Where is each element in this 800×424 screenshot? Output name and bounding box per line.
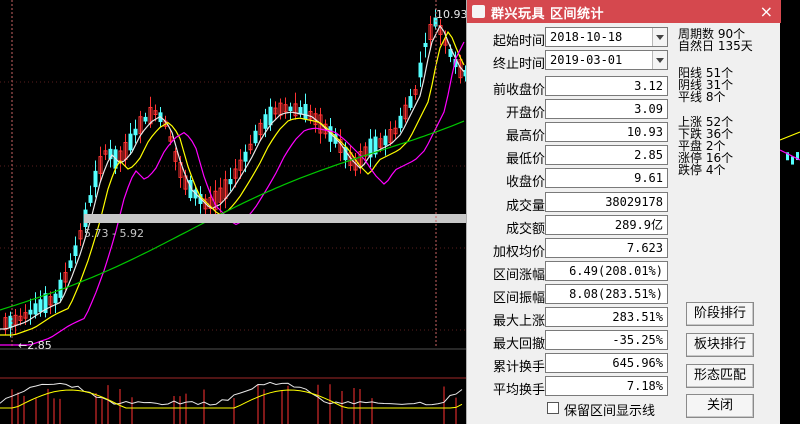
candle-body <box>88 195 93 203</box>
stat-field-row: 成交量 38029178 <box>467 192 677 214</box>
stat-field-value[interactable]: 7.18% <box>545 376 668 396</box>
dialog-title: 群兴玩具 区间统计 <box>491 7 605 22</box>
stat-limit-down: 跌停 4个 <box>678 163 726 177</box>
stat-field-label: 前收盘价 <box>492 83 545 98</box>
chevron-down-icon[interactable] <box>652 51 667 69</box>
candle-body <box>423 42 428 48</box>
candle-body <box>53 293 58 304</box>
stat-field-value[interactable]: 38029178 <box>545 192 668 212</box>
keep-interval-label: 保留区间显示线 <box>564 404 656 419</box>
candle-body <box>253 130 258 144</box>
stat-field-row: 区间振幅 8.08(283.51%) <box>467 284 677 306</box>
candle-body <box>408 96 413 108</box>
end-date-picker[interactable]: 2019-03-01 <box>545 50 668 70</box>
stat-field-label: 最大上涨 <box>492 314 545 329</box>
candle-body <box>33 303 38 315</box>
stat-field-label: 加权均价 <box>492 245 545 260</box>
stat-field-label: 开盘价 <box>505 106 545 121</box>
stat-field-value[interactable]: 8.08(283.51%) <box>545 284 668 304</box>
candle-body <box>418 62 423 78</box>
close-button[interactable]: 关闭 <box>686 394 754 418</box>
stat-flat: 平线 8个 <box>678 90 726 104</box>
stat-field-label: 平均换手 <box>492 383 545 398</box>
pattern-match-button[interactable]: 形态匹配 <box>686 364 754 388</box>
stat-field-label: 区间振幅 <box>492 291 545 306</box>
stage-rank-button[interactable]: 阶段排行 <box>686 302 754 326</box>
close-icon[interactable]: × <box>760 2 773 21</box>
candle-body <box>288 106 293 112</box>
stat-field-label: 成交额 <box>505 222 545 237</box>
stat-field-row: 最大上涨 283.51% <box>467 307 677 329</box>
candle-body <box>128 133 133 151</box>
candle-body <box>73 245 78 256</box>
candle-body <box>38 299 43 313</box>
stat-field-row: 前收盘价 3.12 <box>467 76 677 98</box>
stat-field-label: 区间涨幅 <box>492 268 545 283</box>
candle-body <box>28 309 33 315</box>
range-label: 5.73 - 5.92 <box>84 227 144 240</box>
stat-field-row: 加权均价 7.623 <box>467 238 677 260</box>
end-date-value: 2019-03-01 <box>550 53 623 67</box>
stat-field-value[interactable]: 9.61 <box>545 168 668 188</box>
app-icon <box>472 5 485 18</box>
candle-body <box>383 135 388 146</box>
stat-field-value[interactable]: 10.93 <box>545 122 668 142</box>
stat-field-label: 最高价 <box>505 129 545 144</box>
stat-field-label: 最大回撤 <box>492 337 545 352</box>
stat-field-row: 区间涨幅 6.49(208.01%) <box>467 261 677 283</box>
stat-field-label: 成交量 <box>505 199 545 214</box>
candle-body <box>303 103 308 120</box>
dialog-titlebar[interactable]: 群兴玩具 区间统计 × <box>467 0 781 23</box>
candle-body <box>143 116 148 122</box>
stat-field-value[interactable]: 645.96% <box>545 353 668 373</box>
stat-field-label: 最低价 <box>505 152 545 167</box>
candle-body <box>398 115 403 129</box>
candle-body <box>68 260 73 268</box>
candle-body <box>263 114 268 129</box>
candle-body <box>228 178 233 185</box>
stat-field-value[interactable]: 3.12 <box>545 76 668 96</box>
stat-field-label: 累计换手 <box>492 360 545 375</box>
interval-stats-dialog[interactable]: 群兴玩具 区间统计 × 起始时间 2018-10-18 终止时间 2019-03… <box>466 0 781 424</box>
candle-body <box>791 156 794 165</box>
stat-field-row: 累计换手 645.96% <box>467 353 677 375</box>
sector-rank-button[interactable]: 板块排行 <box>686 333 754 357</box>
stat-field-value[interactable]: 7.623 <box>545 238 668 258</box>
candle-body <box>93 170 98 188</box>
candle-body <box>243 151 248 162</box>
candle-body <box>268 106 273 126</box>
end-date-row: 终止时间 2019-03-01 <box>467 50 677 72</box>
start-date-row: 起始时间 2018-10-18 <box>467 27 677 49</box>
start-date-label: 起始时间 <box>492 34 545 49</box>
high-price-label: 10.93 <box>436 8 468 21</box>
stat-field-value[interactable]: 283.51% <box>545 307 668 327</box>
stat-field-row: 成交额 289.9亿 <box>467 215 677 237</box>
stat-field-value[interactable]: -35.25% <box>545 330 668 350</box>
selection-band <box>84 214 466 223</box>
stat-field-row: 最低价 2.85 <box>467 145 677 167</box>
stat-field-row: 最高价 10.93 <box>467 122 677 144</box>
stat-field-value[interactable]: 3.09 <box>545 99 668 119</box>
candle-body <box>133 128 138 136</box>
low-price-value: 2.85 <box>27 339 52 352</box>
start-date-value: 2018-10-18 <box>550 30 623 44</box>
stat-field-label: 收盘价 <box>505 175 545 190</box>
end-date-label: 终止时间 <box>492 57 545 72</box>
low-price-label: ←2.85 <box>18 339 52 352</box>
stat-field-row: 最大回撤 -35.25% <box>467 330 677 352</box>
stat-field-row: 平均换手 7.18% <box>467 376 677 398</box>
stat-field-row: 开盘价 3.09 <box>467 99 677 121</box>
stat-field-value[interactable]: 2.85 <box>545 145 668 165</box>
stat-field-row: 收盘价 9.61 <box>467 168 677 190</box>
stat-natural-days: 自然日 135天 <box>678 39 753 53</box>
keep-interval-checkbox[interactable] <box>547 402 559 414</box>
start-date-picker[interactable]: 2018-10-18 <box>545 27 668 47</box>
stat-field-value[interactable]: 289.9亿 <box>545 215 668 235</box>
chevron-down-icon[interactable] <box>652 28 667 46</box>
stat-field-value[interactable]: 6.49(208.01%) <box>545 261 668 281</box>
